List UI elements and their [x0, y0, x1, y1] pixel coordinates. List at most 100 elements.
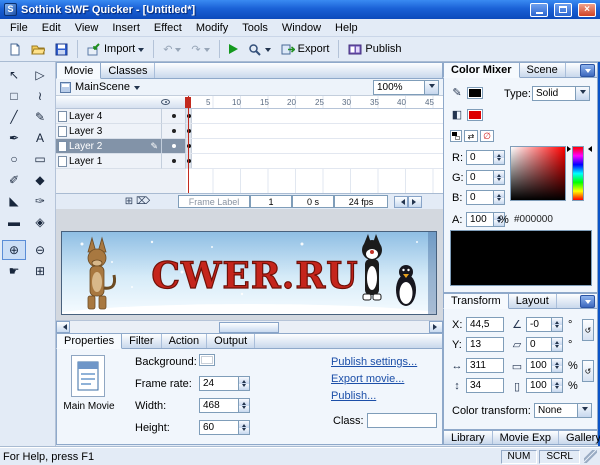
paint-bucket-tool[interactable]: ◣ — [2, 191, 26, 211]
no-color-button[interactable]: ∅ — [480, 130, 494, 142]
publish-button[interactable]: Publish — [344, 39, 405, 59]
menu-window[interactable]: Window — [275, 21, 328, 35]
tab-movie-explorer[interactable]: Movie Exp — [493, 431, 559, 444]
rotate-spinner[interactable] — [552, 317, 563, 332]
b-spinner[interactable] — [494, 190, 505, 205]
playhead-marker[interactable] — [185, 97, 191, 108]
color-transform-select[interactable]: None — [534, 403, 592, 418]
timeline-scroll-right-button[interactable] — [408, 196, 422, 208]
skew-stepper[interactable]: 0 — [526, 337, 563, 352]
rotate-stepper[interactable]: -0 — [526, 317, 563, 332]
fill-color-swatch[interactable] — [467, 109, 483, 121]
b-input[interactable]: 0 — [466, 190, 494, 205]
pencil-tool[interactable]: ✎ — [28, 107, 52, 127]
zoom-out-tool[interactable]: ⊖ — [28, 240, 52, 260]
preview-button[interactable] — [244, 39, 275, 59]
rectangle-tool[interactable]: ▭ — [28, 149, 52, 169]
tab-gallery[interactable]: Gallery — [559, 431, 600, 444]
resize-grip[interactable] — [584, 450, 597, 463]
scrollbar-thumb[interactable] — [219, 322, 279, 333]
layer-frames[interactable] — [186, 124, 443, 139]
new-button[interactable] — [4, 39, 25, 59]
default-colors-button[interactable] — [450, 130, 462, 142]
frame-rate-field[interactable]: 24 fps — [334, 195, 388, 208]
publish-settings-link[interactable]: Publish settings... — [331, 356, 417, 368]
layer-visibility-toggle[interactable] — [162, 154, 186, 169]
eyedropper-tool[interactable]: ✑ — [28, 191, 52, 211]
layer-visibility-toggle[interactable] — [162, 124, 186, 139]
oval-tool[interactable]: ○ — [2, 149, 26, 169]
r-stepper[interactable]: 0 — [466, 150, 505, 165]
scale-height-stepper[interactable]: 100 — [526, 378, 563, 393]
frame-rate-spinner[interactable] — [239, 376, 250, 391]
tab-transform[interactable]: Transform — [443, 293, 509, 309]
r-input[interactable]: 0 — [466, 150, 494, 165]
layer-row[interactable]: Layer 1 — [56, 154, 443, 169]
hue-marker-left-icon[interactable] — [567, 146, 574, 152]
tab-filter[interactable]: Filter — [122, 334, 161, 348]
scale-width-input[interactable]: 100 — [526, 358, 552, 373]
tab-output[interactable]: Output — [207, 334, 255, 348]
scale-height-input[interactable]: 100 — [526, 378, 552, 393]
frame-rate-input[interactable]: 24 — [199, 376, 239, 391]
transform-collapse-button[interactable] — [580, 295, 595, 308]
constrain-position-button[interactable]: ↺ — [582, 319, 594, 341]
background-color-button[interactable] — [199, 354, 215, 366]
tab-movie[interactable]: Movie — [56, 62, 101, 79]
playhead-line[interactable] — [188, 96, 189, 193]
menu-modify[interactable]: Modify — [189, 21, 235, 35]
scroll-left-button[interactable] — [56, 321, 70, 333]
layer-row[interactable]: Layer 4 — [56, 109, 443, 124]
x-input[interactable]: 44,5 — [466, 317, 504, 332]
scale-width-stepper[interactable]: 100 — [526, 358, 563, 373]
timeline-ruler[interactable]: 5 10 15 20 25 30 35 40 45 — [186, 96, 443, 109]
tab-color-mixer[interactable]: Color Mixer — [443, 62, 520, 78]
g-input[interactable]: 0 — [466, 170, 494, 185]
timeline-zoom-select[interactable]: 100% — [373, 80, 439, 95]
timeline-empty-grid[interactable] — [186, 169, 443, 193]
color-transform-dropdown-button[interactable] — [578, 403, 592, 418]
fill-color-control[interactable]: ◧ — [450, 108, 483, 121]
pan-tool[interactable]: ⊞ — [28, 261, 52, 281]
open-button[interactable] — [27, 39, 49, 59]
tab-layout[interactable]: Layout — [509, 294, 557, 308]
fill-type-select[interactable]: Solid — [532, 86, 590, 101]
layer-frames[interactable] — [186, 109, 443, 124]
scale-height-spinner[interactable] — [552, 378, 563, 393]
scene-dropdown-icon[interactable] — [134, 86, 140, 93]
export-movie-link[interactable]: Export movie... — [331, 373, 404, 385]
layer-visibility-toggle[interactable] — [162, 109, 186, 124]
stroke-color-control[interactable]: ✎ — [450, 86, 483, 99]
g-spinner[interactable] — [494, 170, 505, 185]
stage[interactable]: CWER.RU — [61, 231, 437, 315]
lasso-tool[interactable]: ≀ — [28, 86, 52, 106]
text-tool[interactable]: A — [28, 128, 52, 148]
height-stepper[interactable]: 60 — [199, 420, 250, 435]
frame-rate-stepper[interactable]: 24 — [199, 376, 250, 391]
tab-action[interactable]: Action — [162, 334, 208, 348]
skew-spinner[interactable] — [552, 337, 563, 352]
hue-marker-right-icon[interactable] — [585, 146, 592, 152]
height-input[interactable]: 60 — [199, 420, 239, 435]
publish-link[interactable]: Publish... — [331, 390, 376, 402]
zoom-value[interactable]: 100% — [373, 80, 425, 95]
insert-frame-button[interactable]: ⊞ — [122, 195, 136, 209]
stroke-color-swatch[interactable] — [467, 87, 483, 99]
ink-bottle-tool[interactable]: ◆ — [28, 170, 52, 190]
layer-row[interactable]: Layer 3 — [56, 124, 443, 139]
canvas-horizontal-scrollbar[interactable] — [56, 320, 443, 333]
maximize-button[interactable] — [554, 3, 572, 17]
timeline-scroll-left-button[interactable] — [394, 196, 408, 208]
delete-frame-button[interactable]: ⌦ — [136, 195, 150, 209]
menu-effect[interactable]: Effect — [147, 21, 189, 35]
free-transform-tool[interactable]: □ — [2, 86, 26, 106]
g-stepper[interactable]: 0 — [466, 170, 505, 185]
width-stepper[interactable]: 468 — [199, 398, 250, 413]
menu-tools[interactable]: Tools — [235, 21, 275, 35]
color-transform-value[interactable]: None — [534, 403, 578, 418]
subselect-tool[interactable]: ▷ — [28, 65, 52, 85]
tab-properties[interactable]: Properties — [56, 333, 122, 349]
layer-frames[interactable] — [186, 154, 443, 169]
hex-color-value[interactable]: #000000 — [514, 214, 553, 225]
tab-library[interactable]: Library — [444, 431, 493, 444]
